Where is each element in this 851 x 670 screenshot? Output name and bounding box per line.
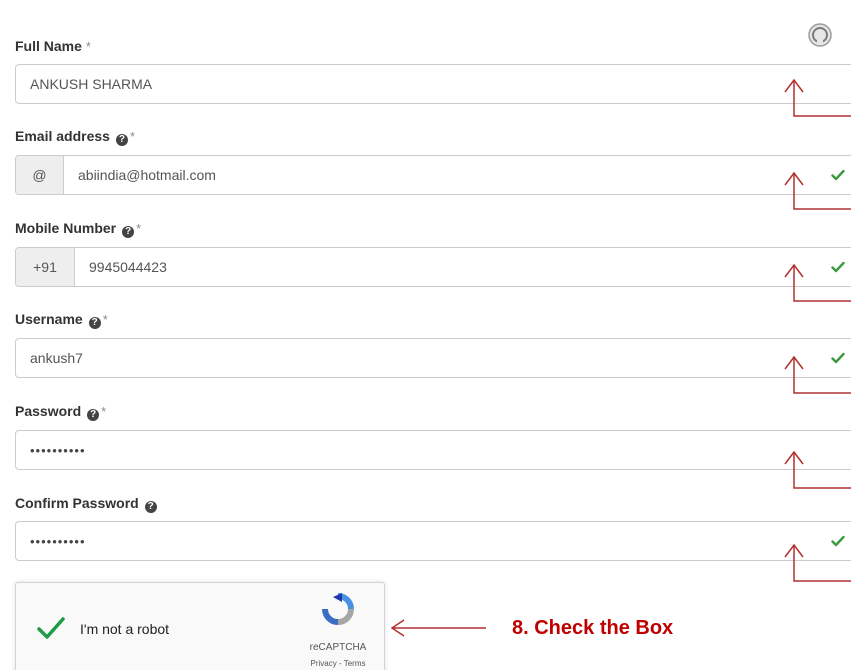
password-label: Password? * [15, 402, 106, 421]
recaptcha-checkmark-icon[interactable] [36, 613, 66, 643]
confirm-password-label-text: Confirm Password [15, 495, 139, 511]
full-name-field[interactable]: ANKUSH SHARMA [15, 64, 851, 104]
required-mark: * [102, 312, 108, 327]
mobile-label: Mobile Number? * [15, 219, 141, 238]
full-name-label: Full Name * [15, 37, 91, 56]
confirm-password-input[interactable]: •••••••••• [16, 522, 851, 560]
required-mark: * [85, 39, 91, 54]
required-mark: * [129, 129, 135, 144]
annotation-arrow [784, 171, 851, 210]
country-code-addon: +91 [16, 248, 75, 286]
terms-link[interactable]: Terms [344, 659, 366, 668]
password-input[interactable]: •••••••••• [16, 431, 851, 469]
link-separator: - [336, 659, 344, 668]
full-name-input[interactable]: ANKUSH SHARMA [16, 65, 851, 103]
full-name-label-text: Full Name [15, 38, 82, 54]
username-input[interactable]: ankush7 [16, 339, 851, 377]
privacy-link[interactable]: Privacy [311, 659, 337, 668]
required-mark: * [101, 404, 107, 419]
email-at-addon: @ [16, 156, 64, 194]
email-input[interactable]: abiindia@hotmail.com [64, 156, 851, 194]
email-field[interactable]: @ abiindia@hotmail.com [15, 155, 851, 195]
recaptcha-widget[interactable]: I'm not a robot reCAPTCHA Privacy - Term… [15, 582, 385, 670]
email-label-text: Email address [15, 128, 110, 144]
question-circle-icon[interactable]: ? [88, 317, 101, 329]
mobile-input[interactable]: 9945044423 [75, 248, 851, 286]
recaptcha-label: I'm not a robot [80, 621, 170, 637]
password-field[interactable]: •••••••••• [15, 430, 851, 470]
annotation-arrow [784, 355, 851, 394]
username-field[interactable]: ankush7 [15, 338, 851, 378]
question-circle-icon[interactable]: ? [87, 409, 100, 421]
mobile-field[interactable]: +91 9945044423 [15, 247, 851, 287]
confirm-password-label: Confirm Password? [15, 494, 157, 513]
confirm-password-field[interactable]: •••••••••• [15, 521, 851, 561]
annotation-arrow [784, 78, 851, 117]
annotation-arrow [784, 450, 851, 489]
annotation-arrow [784, 263, 851, 302]
question-circle-icon[interactable]: ? [122, 226, 135, 238]
password-label-text: Password [15, 403, 82, 419]
step-instruction: 8. Check the Box [512, 617, 674, 639]
username-label: Username? * [15, 310, 108, 329]
annotation-arrow [784, 543, 851, 582]
user-avatar-icon[interactable] [808, 23, 832, 47]
step-annotation-arrow [390, 619, 486, 637]
email-label: Email address? * [15, 127, 135, 146]
username-label-text: Username [15, 311, 83, 327]
required-mark: * [136, 221, 142, 236]
question-circle-icon[interactable]: ? [115, 134, 128, 146]
recaptcha-brand: reCAPTCHA [309, 642, 367, 653]
question-circle-icon[interactable]: ? [144, 501, 157, 513]
recaptcha-links: Privacy - Terms [298, 659, 378, 668]
registration-form: Full Name * ANKUSH SHARMA Email address? *… [0, 0, 851, 670]
recaptcha-logo-icon [322, 593, 354, 625]
mobile-label-text: Mobile Number [15, 220, 117, 236]
